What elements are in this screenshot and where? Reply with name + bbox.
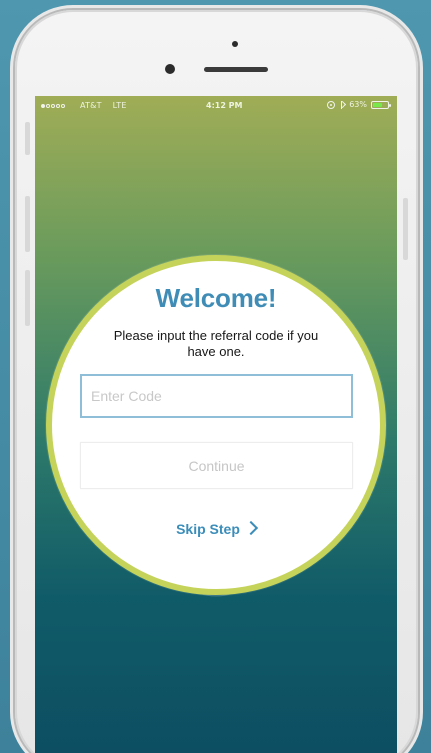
signal-strength-icon: [41, 104, 65, 108]
welcome-card: Welcome! Please input the referral code …: [46, 255, 386, 595]
mute-switch: [25, 122, 30, 155]
network-type: LTE: [112, 101, 127, 110]
status-bar: AT&T LTE 4:12 PM 63%: [35, 96, 397, 116]
referral-code-input[interactable]: [80, 374, 353, 418]
volume-down-button: [25, 270, 30, 326]
battery-percent: 63%: [349, 100, 367, 109]
earpiece-speaker: [204, 67, 268, 72]
status-icons: 63%: [327, 100, 391, 109]
battery-level: [373, 102, 382, 107]
continue-button[interactable]: Continue: [80, 442, 353, 489]
power-button: [403, 198, 408, 260]
carrier-label: AT&T LTE: [80, 101, 127, 110]
battery-icon: [371, 100, 391, 109]
carrier-name: AT&T: [80, 101, 102, 110]
app-screenshot: AT&T LTE 4:12 PM 63% Welcome! Please inp…: [0, 0, 431, 753]
referral-instructions: Please input the referral code if you ha…: [113, 328, 319, 359]
welcome-title: Welcome!: [155, 283, 277, 313]
phone-screen: AT&T LTE 4:12 PM 63% Welcome! Please inp…: [35, 96, 397, 753]
skip-step-label: Skip Step: [176, 521, 240, 537]
volume-up-button: [25, 196, 30, 252]
status-time: 4:12 PM: [206, 101, 243, 110]
alarm-icon: [327, 100, 336, 109]
bottom-fade: [35, 676, 397, 753]
skip-step-link[interactable]: Skip Step: [52, 520, 380, 537]
bluetooth-icon: [339, 100, 345, 109]
front-sensor: [232, 41, 238, 47]
front-camera: [165, 64, 175, 74]
chevron-right-icon: [243, 520, 258, 536]
